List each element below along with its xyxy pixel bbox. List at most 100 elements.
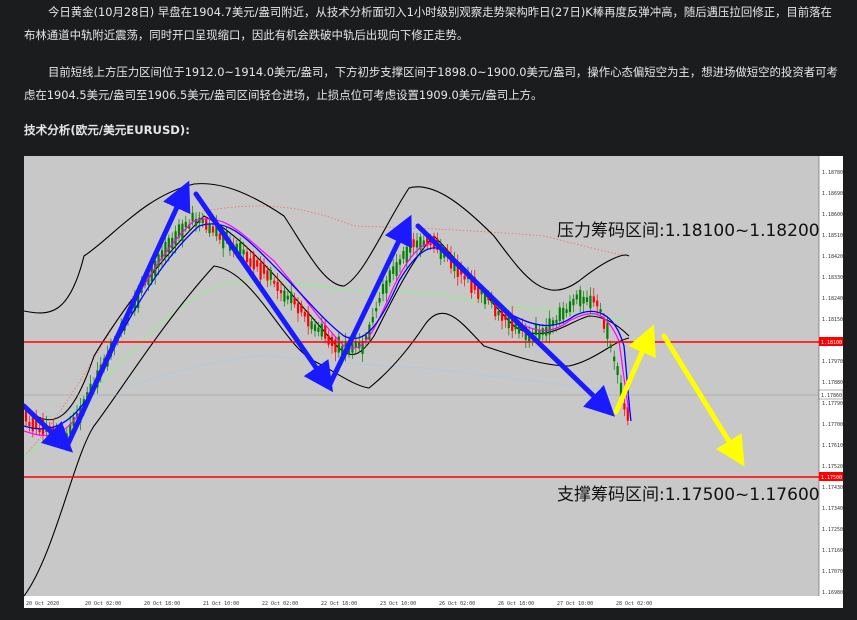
candle-body [269,269,272,280]
candle-body [596,300,599,307]
candle-body [402,251,405,259]
candle-body [602,319,606,329]
candle-body [375,307,378,312]
candle-body [497,311,500,316]
candle-body [562,307,565,320]
support-price-text: 1.17500 [821,475,842,481]
time-tick-label: 20 Oct 02:00 [85,601,121,607]
candle-body [279,290,283,294]
candle-body [541,328,544,335]
candle-body [218,233,221,240]
candle-body [565,309,568,313]
candle-body [388,270,391,283]
candle-body [558,307,561,322]
price-tick-label: 1.18600 [822,212,843,218]
candle-body [313,324,317,332]
price-tick-label: 1.17970 [822,359,843,365]
resistance-zone-label: 压力筹码区间:1.18100~1.18200 [557,221,820,241]
candle-body [592,296,595,303]
price-chart: 1.18780 1.18690 1.18600 1.18510 1.18420 1.183… [24,156,843,608]
candle-body [286,295,289,300]
candle-body [572,298,575,306]
price-tick-label: 1.17160 [822,548,843,554]
candle-body [191,212,194,222]
candle-body [256,260,259,267]
candle-body [300,304,303,313]
eurusd-chart-image: 1.18780 1.18690 1.18600 1.18510 1.18420 1.183… [24,156,843,608]
candle-body [242,249,245,255]
candle-body [371,316,374,323]
candle-body [395,262,398,277]
price-tick-label: 1.17610 [822,443,843,449]
candle-body [303,311,306,317]
time-tick-label: 21 Oct 10:00 [203,601,239,607]
time-axis-ticks: 20 Oct 2020 20 Oct 02:00 20 Oct 18:00 21 Oc… [26,601,652,607]
candle-body [164,241,167,258]
time-tick-label: 23 Oct 10:00 [380,601,416,607]
candle-body [259,262,262,280]
resistance-price-text: 1.18100 [821,340,842,346]
time-tick-label: 22 Oct 18:00 [321,601,357,607]
candle-body [555,319,558,324]
candle-body [398,259,402,265]
time-tick-label: 28 Oct 02:00 [616,601,652,607]
price-tick-label: 1.17880 [822,380,843,386]
time-tick-label: 27 Oct 10:00 [557,601,593,607]
price-axis-ticks: 1.18780 1.18690 1.18600 1.18510 1.18420 1.183… [822,170,843,596]
price-tick-label: 1.17430 [822,485,843,491]
candle-body [324,325,327,339]
article-paragraph-1: 今日黄金(10月28日) 早盘在1904.7美元/盎司附近，从技术分析面切入1小… [24,5,832,42]
price-tick-label: 1.16980 [822,590,843,596]
candle-body [290,291,293,304]
candle-body [245,251,249,263]
candle-body [211,226,215,233]
candle-body [463,275,466,280]
candle-body [378,298,381,303]
candle-body [310,321,313,330]
price-tick-label: 1.18510 [822,233,843,239]
price-tick-label: 1.18420 [822,254,843,260]
support-zone-label: 支撑筹码区间:1.17500~1.17600 [557,485,820,505]
candle-body [252,254,255,270]
candle-body [327,335,330,345]
candle-body [589,295,592,309]
candle-body [381,284,385,294]
price-tick-label: 1.17520 [822,464,843,470]
candle-body [545,326,548,336]
candle-body [579,289,582,307]
candle-body [494,304,497,317]
candle-body [575,294,578,300]
price-tick-label: 1.18240 [822,296,843,302]
time-tick-label: 26 Oct 18:00 [498,601,534,607]
current-price-text: 1.17860 [821,393,842,399]
candle-body [613,356,616,362]
candle-body [538,330,541,340]
candle-body [548,318,551,335]
candle-body [568,301,572,313]
candle-body [266,270,269,281]
section-heading: 技术分析(欧元/美元EURUSD): [24,123,190,137]
price-tick-label: 1.17250 [822,527,843,533]
candle-body [262,264,266,274]
candle-body [616,366,619,376]
candle-body [415,240,419,248]
time-tick-label: 26 Oct 02:00 [439,601,475,607]
candle-body [385,280,388,294]
candle-body [184,221,187,228]
candle-body [62,434,65,440]
candle-body [405,246,408,263]
candle-body [276,281,279,291]
candle-body [585,297,589,303]
price-tick-label: 1.18780 [822,170,843,176]
candle-body [483,294,487,305]
candle-body [609,344,612,348]
price-tick-label: 1.18330 [822,275,843,281]
candle-body [208,223,211,234]
candle-body [320,323,323,337]
price-tick-label: 1.17070 [822,569,843,575]
candle-body [283,290,286,302]
candle-body [412,239,415,248]
price-tick-label: 1.18690 [822,191,843,197]
candle-body [317,327,320,332]
candle-body [623,403,626,410]
